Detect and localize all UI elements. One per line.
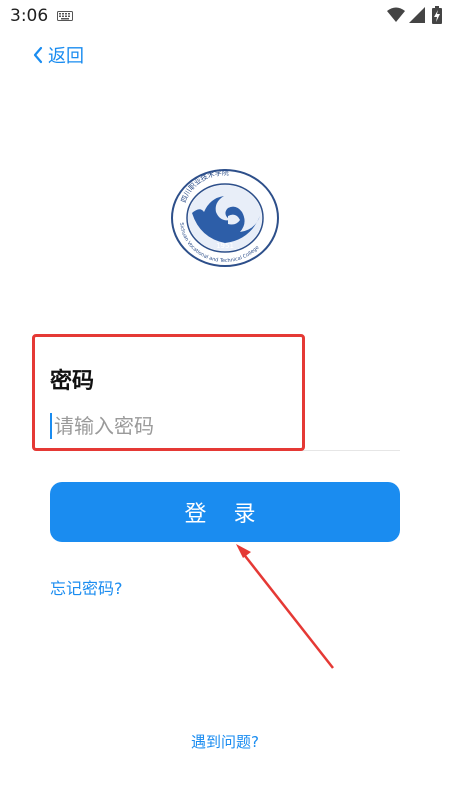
login-button[interactable]: 登 录	[50, 482, 400, 542]
signal-icon	[409, 7, 425, 23]
logo-year: 1951	[216, 242, 234, 250]
battery-icon	[432, 6, 442, 24]
chevron-left-icon	[33, 46, 43, 64]
back-button[interactable]: 返回	[32, 42, 84, 68]
keyboard-icon	[57, 11, 73, 21]
back-label: 返回	[48, 46, 84, 67]
password-underline	[50, 450, 400, 451]
password-input[interactable]	[50, 411, 384, 441]
wifi-icon	[387, 7, 405, 22]
forgot-password-link[interactable]: 忘记密码?	[50, 575, 123, 599]
status-time: 3:06	[10, 6, 49, 26]
status-bar: 3:06	[0, 0, 450, 30]
password-label: 密码	[50, 369, 95, 394]
password-section: 密码	[33, 333, 403, 453]
college-logo: 四川职业技术学院 Sichuan Vocational and Technica…	[171, 168, 279, 267]
problem-link-label: 遇到问题?	[191, 733, 259, 751]
problem-link[interactable]: 遇到问题?	[0, 731, 450, 752]
